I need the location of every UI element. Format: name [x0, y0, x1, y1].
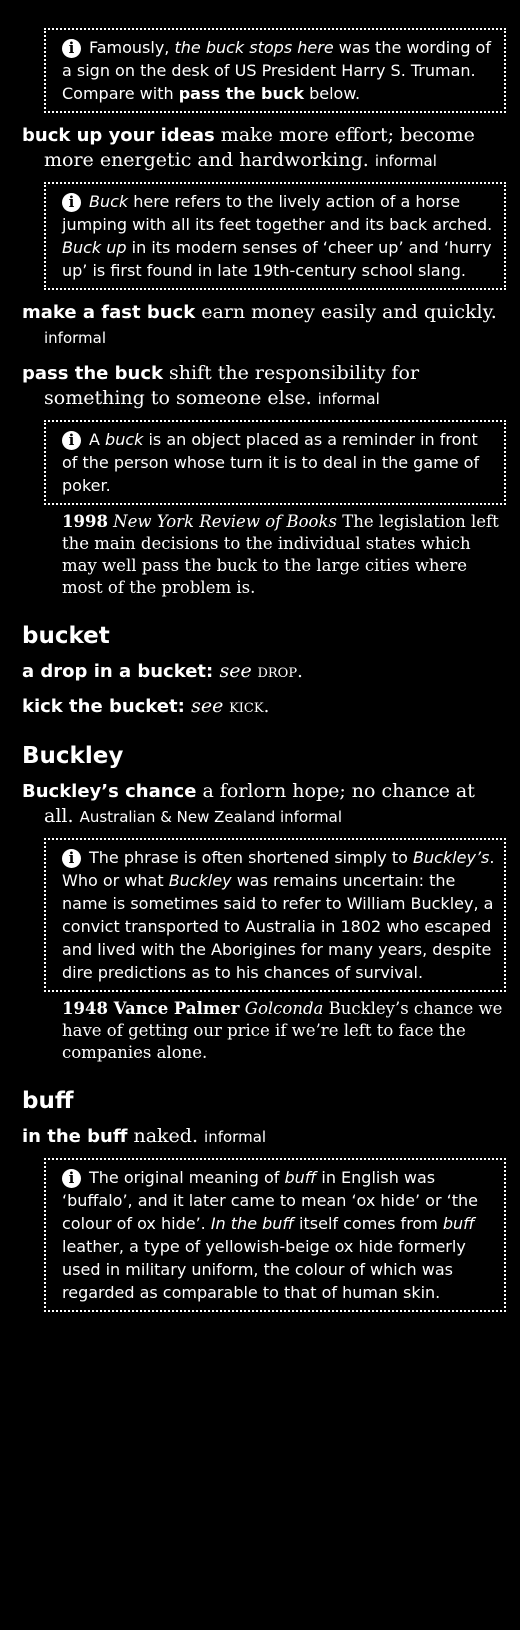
usage-note-buck-up: i Buck here refers to the lively action o… [44, 182, 506, 290]
info-icon: i [62, 849, 81, 868]
citation-1948: 1948 Vance Palmer Golconda Buckley’s cha… [62, 999, 503, 1062]
cross-reference-kick[interactable]: kick. [223, 696, 269, 717]
entry-kick-bucket: kick the bucket: see kick. [22, 695, 270, 717]
entry-in-the-buff: in the buff naked. informal [22, 1125, 267, 1147]
entry-fast-buck: make a fast buck earn money easily and q… [22, 301, 497, 347]
usage-note-buff: i The original meaning of buff in English… [44, 1158, 506, 1312]
citation-1998: 1998 New York Review of Books The legisl… [62, 512, 499, 597]
info-icon: i [62, 1169, 81, 1188]
headword-buff: buff [22, 1088, 74, 1114]
usage-note-pass-buck: iA buck is an object placed as a reminde… [44, 420, 506, 505]
dictionary-page: i Famously, the buck stops here was the w… [0, 0, 520, 1630]
entry-buckleys-chance: Buckley’s chance a forlorn hope; no chan… [22, 780, 475, 827]
info-icon: i [62, 193, 81, 212]
entry-drop-bucket: a drop in a bucket: see drop. [22, 660, 303, 682]
headword-bucket: bucket [22, 623, 110, 649]
usage-note-buckley: i The phrase is often shortened simply to… [44, 838, 506, 992]
info-icon: i [62, 431, 81, 450]
usage-note-buck-stops: i Famously, the buck stops here was the w… [44, 28, 506, 113]
entry-pass-buck: pass the buck shift the responsibility f… [22, 362, 420, 409]
entry-buck-up: buck up your ideas make more effort; bec… [22, 124, 475, 171]
headword-buckley: Buckley [22, 743, 124, 769]
info-icon: i [62, 39, 81, 58]
cross-reference-drop[interactable]: drop. [252, 661, 302, 682]
